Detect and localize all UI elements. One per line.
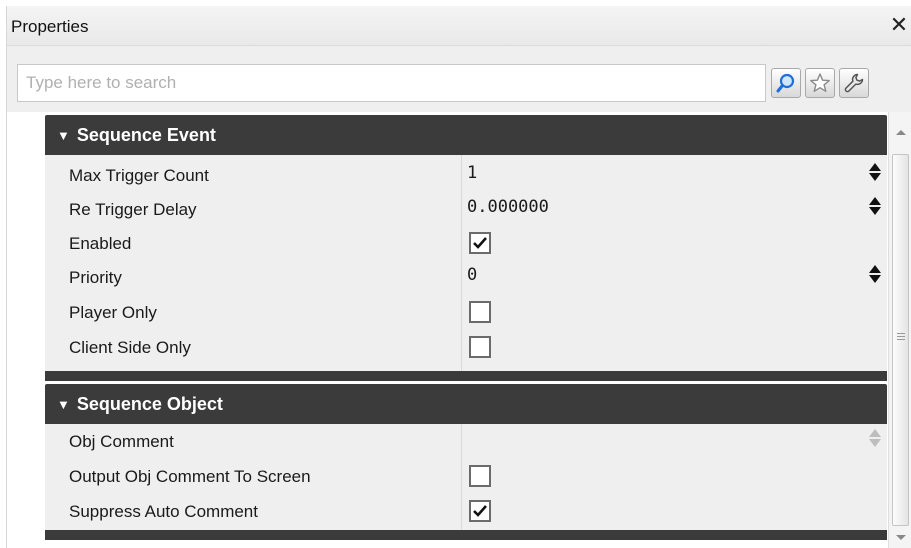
property-label: Max Trigger Count (69, 166, 209, 185)
property-label: Client Side Only (69, 338, 191, 357)
property-row-suppress-auto-comment: Suppress Auto Comment (45, 494, 887, 529)
title-bar: Properties ✕ (7, 6, 911, 46)
property-row-max-trigger-count: Max Trigger Count 1 (45, 158, 887, 193)
stepper-icon[interactable] (869, 197, 881, 221)
section-header-sequence-event[interactable]: ▼ Sequence Event (45, 115, 887, 155)
collapse-triangle-icon: ▼ (57, 396, 70, 412)
stepper-icon[interactable] (869, 163, 881, 187)
section-footer (45, 371, 887, 381)
grip-icon (897, 333, 905, 342)
star-icon (810, 73, 830, 92)
section-sequence-object: ▼ Sequence Object Obj Comment Output Obj… (45, 384, 887, 540)
properties-window: Properties ✕ ▼ Sequence Event (6, 6, 911, 548)
checkmark-icon (473, 505, 487, 517)
find-button[interactable] (771, 68, 801, 98)
property-value[interactable]: 1 (467, 163, 477, 183)
section-header-sequence-object[interactable]: ▼ Sequence Object (45, 384, 887, 424)
property-row-enabled: Enabled (45, 226, 887, 261)
property-grid: ▼ Sequence Event Max Trigger Count 1 Re … (7, 112, 911, 548)
section-title: Sequence Object (76, 393, 223, 414)
property-row-priority: Priority 0 (45, 260, 887, 295)
section-sequence-event: ▼ Sequence Event Max Trigger Count 1 Re … (45, 115, 887, 381)
scrollbar-thumb[interactable] (892, 154, 909, 526)
property-row-client-side-only: Client Side Only (45, 330, 887, 365)
output-obj-comment-checkbox[interactable] (469, 465, 491, 487)
checkmark-icon (473, 237, 487, 249)
vertical-scrollbar[interactable] (888, 112, 911, 548)
close-icon[interactable]: ✕ (888, 13, 910, 37)
stepper-icon[interactable] (869, 265, 881, 289)
magnifier-icon (776, 73, 795, 93)
property-value[interactable]: 0 (467, 265, 477, 285)
property-label: Output Obj Comment To Screen (69, 467, 311, 486)
property-row-output-obj-comment-to-screen: Output Obj Comment To Screen (45, 459, 887, 494)
property-label: Suppress Auto Comment (69, 502, 258, 521)
window-title: Properties (11, 17, 89, 36)
expand-text-icon[interactable] (869, 429, 881, 453)
favorites-button[interactable] (805, 68, 835, 98)
property-label: Player Only (69, 303, 157, 322)
property-label: Priority (69, 268, 122, 287)
options-button[interactable] (839, 68, 869, 98)
collapse-triangle-icon: ▼ (57, 127, 70, 143)
suppress-auto-comment-checkbox[interactable] (469, 500, 491, 522)
client-side-only-checkbox[interactable] (469, 336, 491, 358)
property-row-player-only: Player Only (45, 295, 887, 330)
property-label: Re Trigger Delay (69, 200, 197, 219)
property-value[interactable]: 0.000000 (467, 197, 549, 217)
scroll-down-icon[interactable] (896, 535, 906, 540)
enabled-checkbox[interactable] (469, 232, 491, 254)
property-rows: Obj Comment Output Obj Comment To Screen… (45, 424, 887, 530)
wrench-icon (844, 73, 864, 93)
player-only-checkbox[interactable] (469, 301, 491, 323)
property-label: Enabled (69, 234, 132, 253)
property-row-re-trigger-delay: Re Trigger Delay 0.000000 (45, 192, 887, 227)
scroll-up-icon[interactable] (896, 130, 906, 135)
section-title: Sequence Event (76, 124, 216, 145)
property-rows: Max Trigger Count 1 Re Trigger Delay 0.0… (45, 155, 887, 371)
section-footer (45, 530, 887, 540)
property-label: Obj Comment (69, 432, 174, 451)
search-input[interactable] (17, 64, 766, 102)
property-row-obj-comment: Obj Comment (45, 424, 887, 459)
